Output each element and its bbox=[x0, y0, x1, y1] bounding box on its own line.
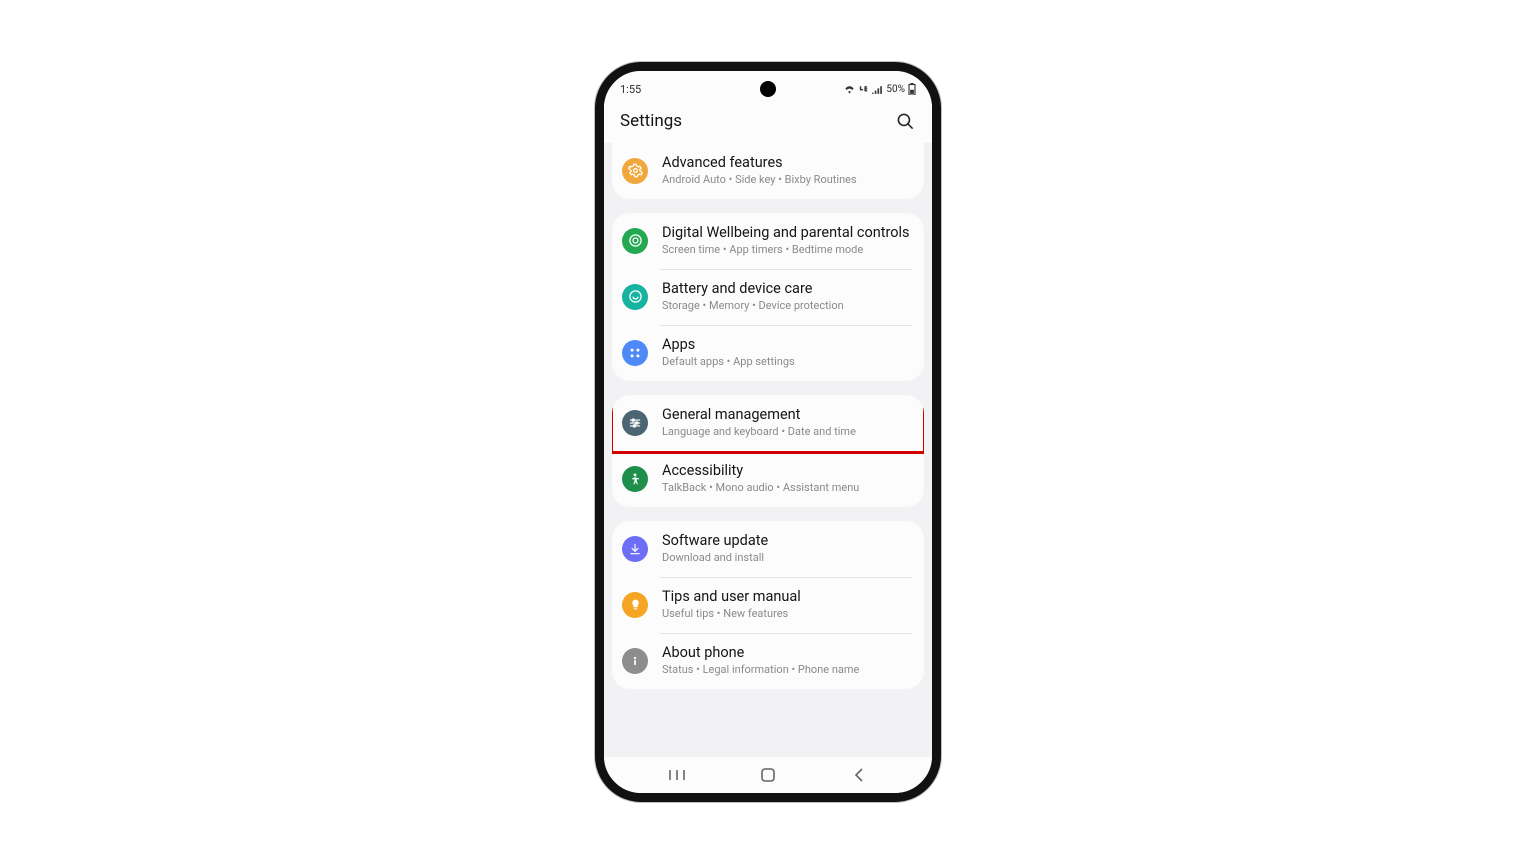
bottom-fade bbox=[0, 804, 1536, 864]
settings-item-digital-wellbeing[interactable]: Digital Wellbeing and parental controlsS… bbox=[612, 213, 924, 269]
signal-icon bbox=[872, 85, 883, 94]
front-camera bbox=[760, 81, 776, 97]
battery-icon bbox=[908, 83, 916, 95]
settings-item-subtitle: Default apps • App settings bbox=[662, 355, 795, 370]
settings-item-title: Apps bbox=[662, 336, 795, 354]
app-header: Settings bbox=[604, 99, 932, 143]
recents-icon bbox=[668, 768, 686, 782]
back-icon bbox=[853, 767, 865, 783]
settings-item-title: Tips and user manual bbox=[662, 588, 801, 606]
settings-item-text: Tips and user manualUseful tips • New fe… bbox=[662, 588, 801, 622]
volte-icon bbox=[858, 85, 869, 94]
settings-item-text: AccessibilityTalkBack • Mono audio • Ass… bbox=[662, 462, 859, 496]
settings-item-accessibility[interactable]: AccessibilityTalkBack • Mono audio • Ass… bbox=[612, 451, 924, 507]
search-icon bbox=[896, 112, 915, 131]
settings-item-title: Accessibility bbox=[662, 462, 859, 480]
settings-item-title: Digital Wellbeing and parental controls bbox=[662, 224, 910, 242]
status-indicators: 50% bbox=[844, 83, 916, 95]
settings-item-tips[interactable]: Tips and user manualUseful tips • New fe… bbox=[612, 577, 924, 633]
sliders-icon bbox=[622, 410, 648, 436]
download-icon bbox=[622, 536, 648, 562]
highlight-general-management: General managementLanguage and keyboard … bbox=[612, 395, 924, 451]
care-icon bbox=[622, 284, 648, 310]
settings-item-text: About phoneStatus • Legal information • … bbox=[662, 644, 859, 678]
settings-group: Advanced featuresAndroid Auto • Side key… bbox=[612, 143, 924, 199]
settings-item-text: Advanced featuresAndroid Auto • Side key… bbox=[662, 154, 857, 188]
settings-group: Software updateDownload and install Tips … bbox=[612, 521, 924, 689]
settings-item-text: General managementLanguage and keyboard … bbox=[662, 406, 856, 440]
settings-item-title: About phone bbox=[662, 644, 859, 662]
status-time: 1:55 bbox=[620, 83, 641, 96]
page-title: Settings bbox=[620, 111, 682, 131]
settings-item-general-management[interactable]: General managementLanguage and keyboard … bbox=[612, 395, 924, 451]
settings-item-text: AppsDefault apps • App settings bbox=[662, 336, 795, 370]
settings-item-subtitle: Status • Legal information • Phone name bbox=[662, 663, 859, 678]
settings-item-title: Software update bbox=[662, 532, 768, 550]
settings-list[interactable]: Advanced featuresAndroid Auto • Side key… bbox=[604, 143, 932, 757]
settings-item-title: Battery and device care bbox=[662, 280, 844, 298]
settings-item-text: Digital Wellbeing and parental controlsS… bbox=[662, 224, 910, 258]
settings-item-subtitle: Language and keyboard • Date and time bbox=[662, 425, 856, 440]
target-icon bbox=[622, 228, 648, 254]
gear-icon bbox=[622, 158, 648, 184]
phone-frame: 1:55 50% Settings Advanced featuresAndro… bbox=[595, 62, 941, 802]
navigation-bar bbox=[604, 757, 932, 793]
settings-item-software-update[interactable]: Software updateDownload and install bbox=[612, 521, 924, 577]
settings-item-title: Advanced features bbox=[662, 154, 857, 172]
bulb-icon bbox=[622, 592, 648, 618]
settings-item-subtitle: Storage • Memory • Device protection bbox=[662, 299, 844, 314]
recents-button[interactable] bbox=[665, 763, 689, 787]
home-button[interactable] bbox=[756, 763, 780, 787]
settings-item-subtitle: Useful tips • New features bbox=[662, 607, 801, 622]
settings-item-apps[interactable]: AppsDefault apps • App settings bbox=[612, 325, 924, 381]
settings-group: General managementLanguage and keyboard … bbox=[612, 395, 924, 507]
person-icon bbox=[622, 466, 648, 492]
settings-item-subtitle: Screen time • App timers • Bedtime mode bbox=[662, 243, 910, 258]
battery-percent: 50% bbox=[886, 84, 905, 95]
settings-item-text: Battery and device careStorage • Memory … bbox=[662, 280, 844, 314]
settings-group: Digital Wellbeing and parental controlsS… bbox=[612, 213, 924, 381]
home-icon bbox=[760, 767, 776, 783]
settings-item-advanced-features[interactable]: Advanced featuresAndroid Auto • Side key… bbox=[612, 143, 924, 199]
grid-icon bbox=[622, 340, 648, 366]
wifi-icon bbox=[844, 85, 855, 94]
back-button[interactable] bbox=[847, 763, 871, 787]
settings-item-subtitle: TalkBack • Mono audio • Assistant menu bbox=[662, 481, 859, 496]
info-icon bbox=[622, 648, 648, 674]
settings-item-about-phone[interactable]: About phoneStatus • Legal information • … bbox=[612, 633, 924, 689]
settings-item-device-care[interactable]: Battery and device careStorage • Memory … bbox=[612, 269, 924, 325]
settings-item-subtitle: Android Auto • Side key • Bixby Routines bbox=[662, 173, 857, 188]
settings-item-text: Software updateDownload and install bbox=[662, 532, 768, 566]
search-button[interactable] bbox=[894, 110, 916, 132]
settings-item-subtitle: Download and install bbox=[662, 551, 768, 566]
settings-item-title: General management bbox=[662, 406, 856, 424]
